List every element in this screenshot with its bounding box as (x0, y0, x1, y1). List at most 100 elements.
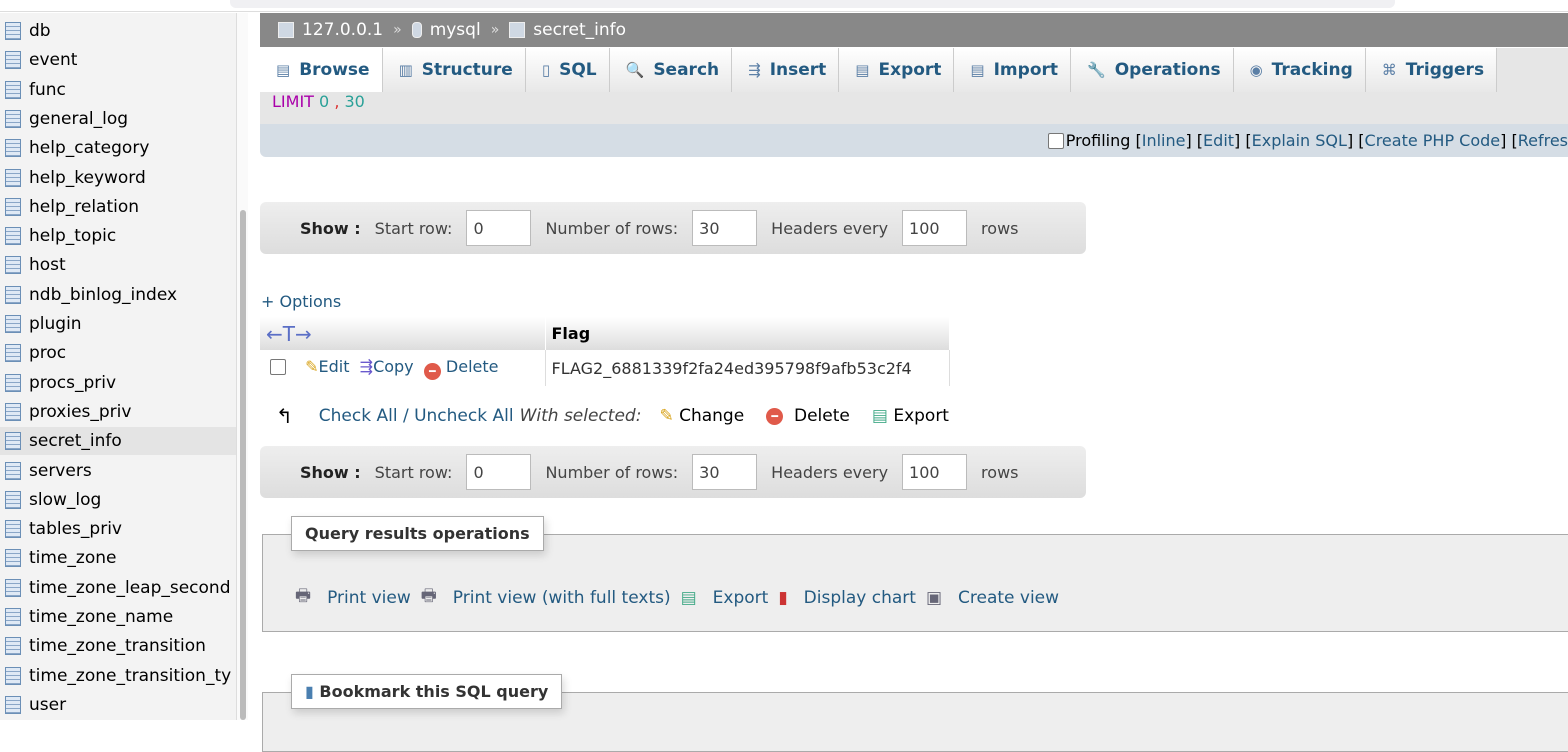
sidebar-scrollbar[interactable] (236, 13, 248, 720)
sidebar-item-slow-log[interactable]: slow_log (0, 486, 236, 514)
row-delete-link[interactable]: Delete (446, 357, 499, 376)
number-of-rows-input[interactable] (692, 454, 758, 490)
sidebar-item-func[interactable]: func (0, 76, 236, 104)
start-row-label: Start row: (374, 218, 453, 238)
sidebar-item-servers[interactable]: servers (0, 457, 236, 485)
sidebar-item-procs-priv[interactable]: procs_priv (0, 369, 236, 397)
explain-sql-link[interactable]: Explain SQL (1252, 131, 1347, 150)
sql-keyword: LIMIT (272, 92, 314, 111)
inline-link[interactable]: Inline (1142, 131, 1186, 150)
table-icon (5, 695, 21, 714)
sidebar-item-proc[interactable]: proc (0, 339, 236, 367)
print-icon: 🖶 (295, 586, 312, 606)
check-all-link[interactable]: Check All (319, 406, 398, 426)
print-view-full-link[interactable]: Print view (with full texts) (453, 588, 671, 608)
sidebar-item-help-topic[interactable]: help_topic (0, 222, 236, 250)
sidebar-item-user[interactable]: user (0, 691, 236, 719)
tab-label: Insert (769, 60, 827, 80)
view-icon: ▣ (925, 587, 942, 608)
cell-flag[interactable]: FLAG2_6881339f2fa24ed395798f9afb53c2f4 (545, 350, 950, 386)
sidebar-item-help-keyword[interactable]: help_keyword (0, 164, 236, 192)
headers-every-input[interactable] (902, 454, 968, 490)
sidebar-item-db[interactable]: db (0, 17, 236, 45)
sidebar-item-tables-priv[interactable]: tables_priv (0, 515, 236, 543)
delete-button[interactable]: Delete (794, 406, 850, 426)
sidebar-item-event[interactable]: event (0, 46, 236, 74)
table-icon (5, 168, 21, 187)
sidebar-item-time-zone[interactable]: time_zone (0, 544, 236, 572)
tab-operations[interactable]: 🔧 Operations (1071, 48, 1234, 92)
profiling-checkbox[interactable] (1047, 132, 1064, 149)
tab-insert[interactable]: ⇶ Insert (732, 48, 840, 92)
sidebar-item-time-zone-leap-second[interactable]: time_zone_leap_second (0, 574, 236, 602)
tab-label: Structure (421, 60, 513, 80)
uncheck-all-link[interactable]: Uncheck All (414, 406, 513, 426)
start-row-label: Start row: (374, 462, 453, 482)
query-actions-bar: Profiling [Inline] [ Edit ] [ Explain SQ… (260, 124, 1568, 157)
tab-export[interactable]: ▤ Export (839, 48, 955, 92)
sidebar-item-secret-info[interactable]: secret_info (0, 427, 236, 456)
edit-query-link[interactable]: Edit (1203, 131, 1234, 150)
tab-tracking[interactable]: ◉ Tracking (1233, 48, 1366, 92)
slash: / (402, 406, 409, 426)
table-icon (5, 432, 21, 451)
export-button[interactable]: Export (893, 406, 949, 426)
column-header-flag[interactable]: Flag (544, 317, 949, 350)
start-row-input[interactable] (466, 210, 532, 246)
table-icon (5, 139, 21, 158)
show-label: Show : (300, 462, 361, 482)
sidebar-item-help-relation[interactable]: help_relation (0, 193, 236, 221)
sidebar-item-label: procs_priv (29, 372, 117, 393)
pencil-icon: ✎ (305, 356, 319, 376)
sidebar-item-help-category[interactable]: help_category (0, 134, 236, 162)
rows-label: rows (981, 462, 1019, 482)
table-icon (5, 608, 21, 626)
breadcrumb-database[interactable]: mysql (430, 20, 481, 40)
sidebar-item-general-log[interactable]: general_log (0, 105, 236, 133)
breadcrumb-server[interactable]: 127.0.0.1 (302, 20, 383, 40)
delete-icon: ━ (423, 362, 441, 380)
display-chart-link[interactable]: Display chart (804, 588, 916, 608)
tab-sql[interactable]: ▯ SQL (525, 48, 610, 92)
options-toggle[interactable]: + Options (261, 292, 341, 311)
table-icon (5, 461, 21, 480)
number-of-rows-input[interactable] (692, 210, 758, 246)
scrollbar-thumb[interactable] (240, 210, 246, 720)
column-arrows-header[interactable]: ←T→ (260, 317, 545, 350)
headers-every-input[interactable] (902, 210, 968, 246)
arrow-up-left-icon: ↰ (276, 404, 293, 428)
chart-icon: ▮ (778, 587, 788, 608)
export-icon: ▤ (680, 587, 697, 608)
sidebar-item-ndb-binlog-index[interactable]: ndb_binlog_index (0, 281, 236, 309)
table-icon (5, 549, 21, 568)
row-edit-link[interactable]: Edit (319, 357, 350, 376)
row-checkbox[interactable] (270, 358, 286, 375)
sidebar-item-label: plugin (29, 314, 82, 334)
sidebar-item-label: time_zone_transition (29, 636, 206, 657)
print-view-link[interactable]: Print view (327, 588, 411, 608)
sidebar-item-time-zone-name[interactable]: time_zone_name (0, 603, 236, 631)
copy-icon: ⇶ (359, 356, 374, 376)
sidebar-item-label: time_zone_transition_ty (29, 665, 232, 686)
refresh-link[interactable]: Refres (1518, 131, 1568, 150)
tab-triggers[interactable]: ⌘ Triggers (1365, 48, 1498, 92)
start-row-input[interactable] (466, 454, 532, 490)
breadcrumb-table[interactable]: secret_info (533, 20, 626, 40)
change-button[interactable]: Change (679, 406, 744, 426)
tab-label: Triggers (1405, 60, 1485, 80)
tab-structure[interactable]: ▥ Structure (382, 48, 526, 92)
sidebar-item-host[interactable]: host (0, 251, 236, 279)
tab-label: Browse (299, 60, 370, 80)
tab-search[interactable]: 🔍 Search (609, 48, 733, 92)
structure-icon: ▥ (398, 61, 413, 79)
sidebar-item-time-zone-transition-ty[interactable]: time_zone_transition_ty (0, 662, 236, 690)
row-copy-link[interactable]: Copy (373, 357, 414, 376)
create-php-code-link[interactable]: Create PHP Code (1365, 131, 1501, 150)
create-view-link[interactable]: Create view (958, 588, 1059, 608)
tab-import[interactable]: ▤ Import (954, 48, 1072, 92)
export-link[interactable]: Export (713, 588, 769, 608)
sidebar-item-time-zone-transition[interactable]: time_zone_transition (0, 632, 236, 660)
tab-browse[interactable]: ▤ Browse (260, 48, 383, 92)
sidebar-item-plugin[interactable]: plugin (0, 310, 236, 338)
sidebar-item-proxies-priv[interactable]: proxies_priv (0, 398, 236, 426)
